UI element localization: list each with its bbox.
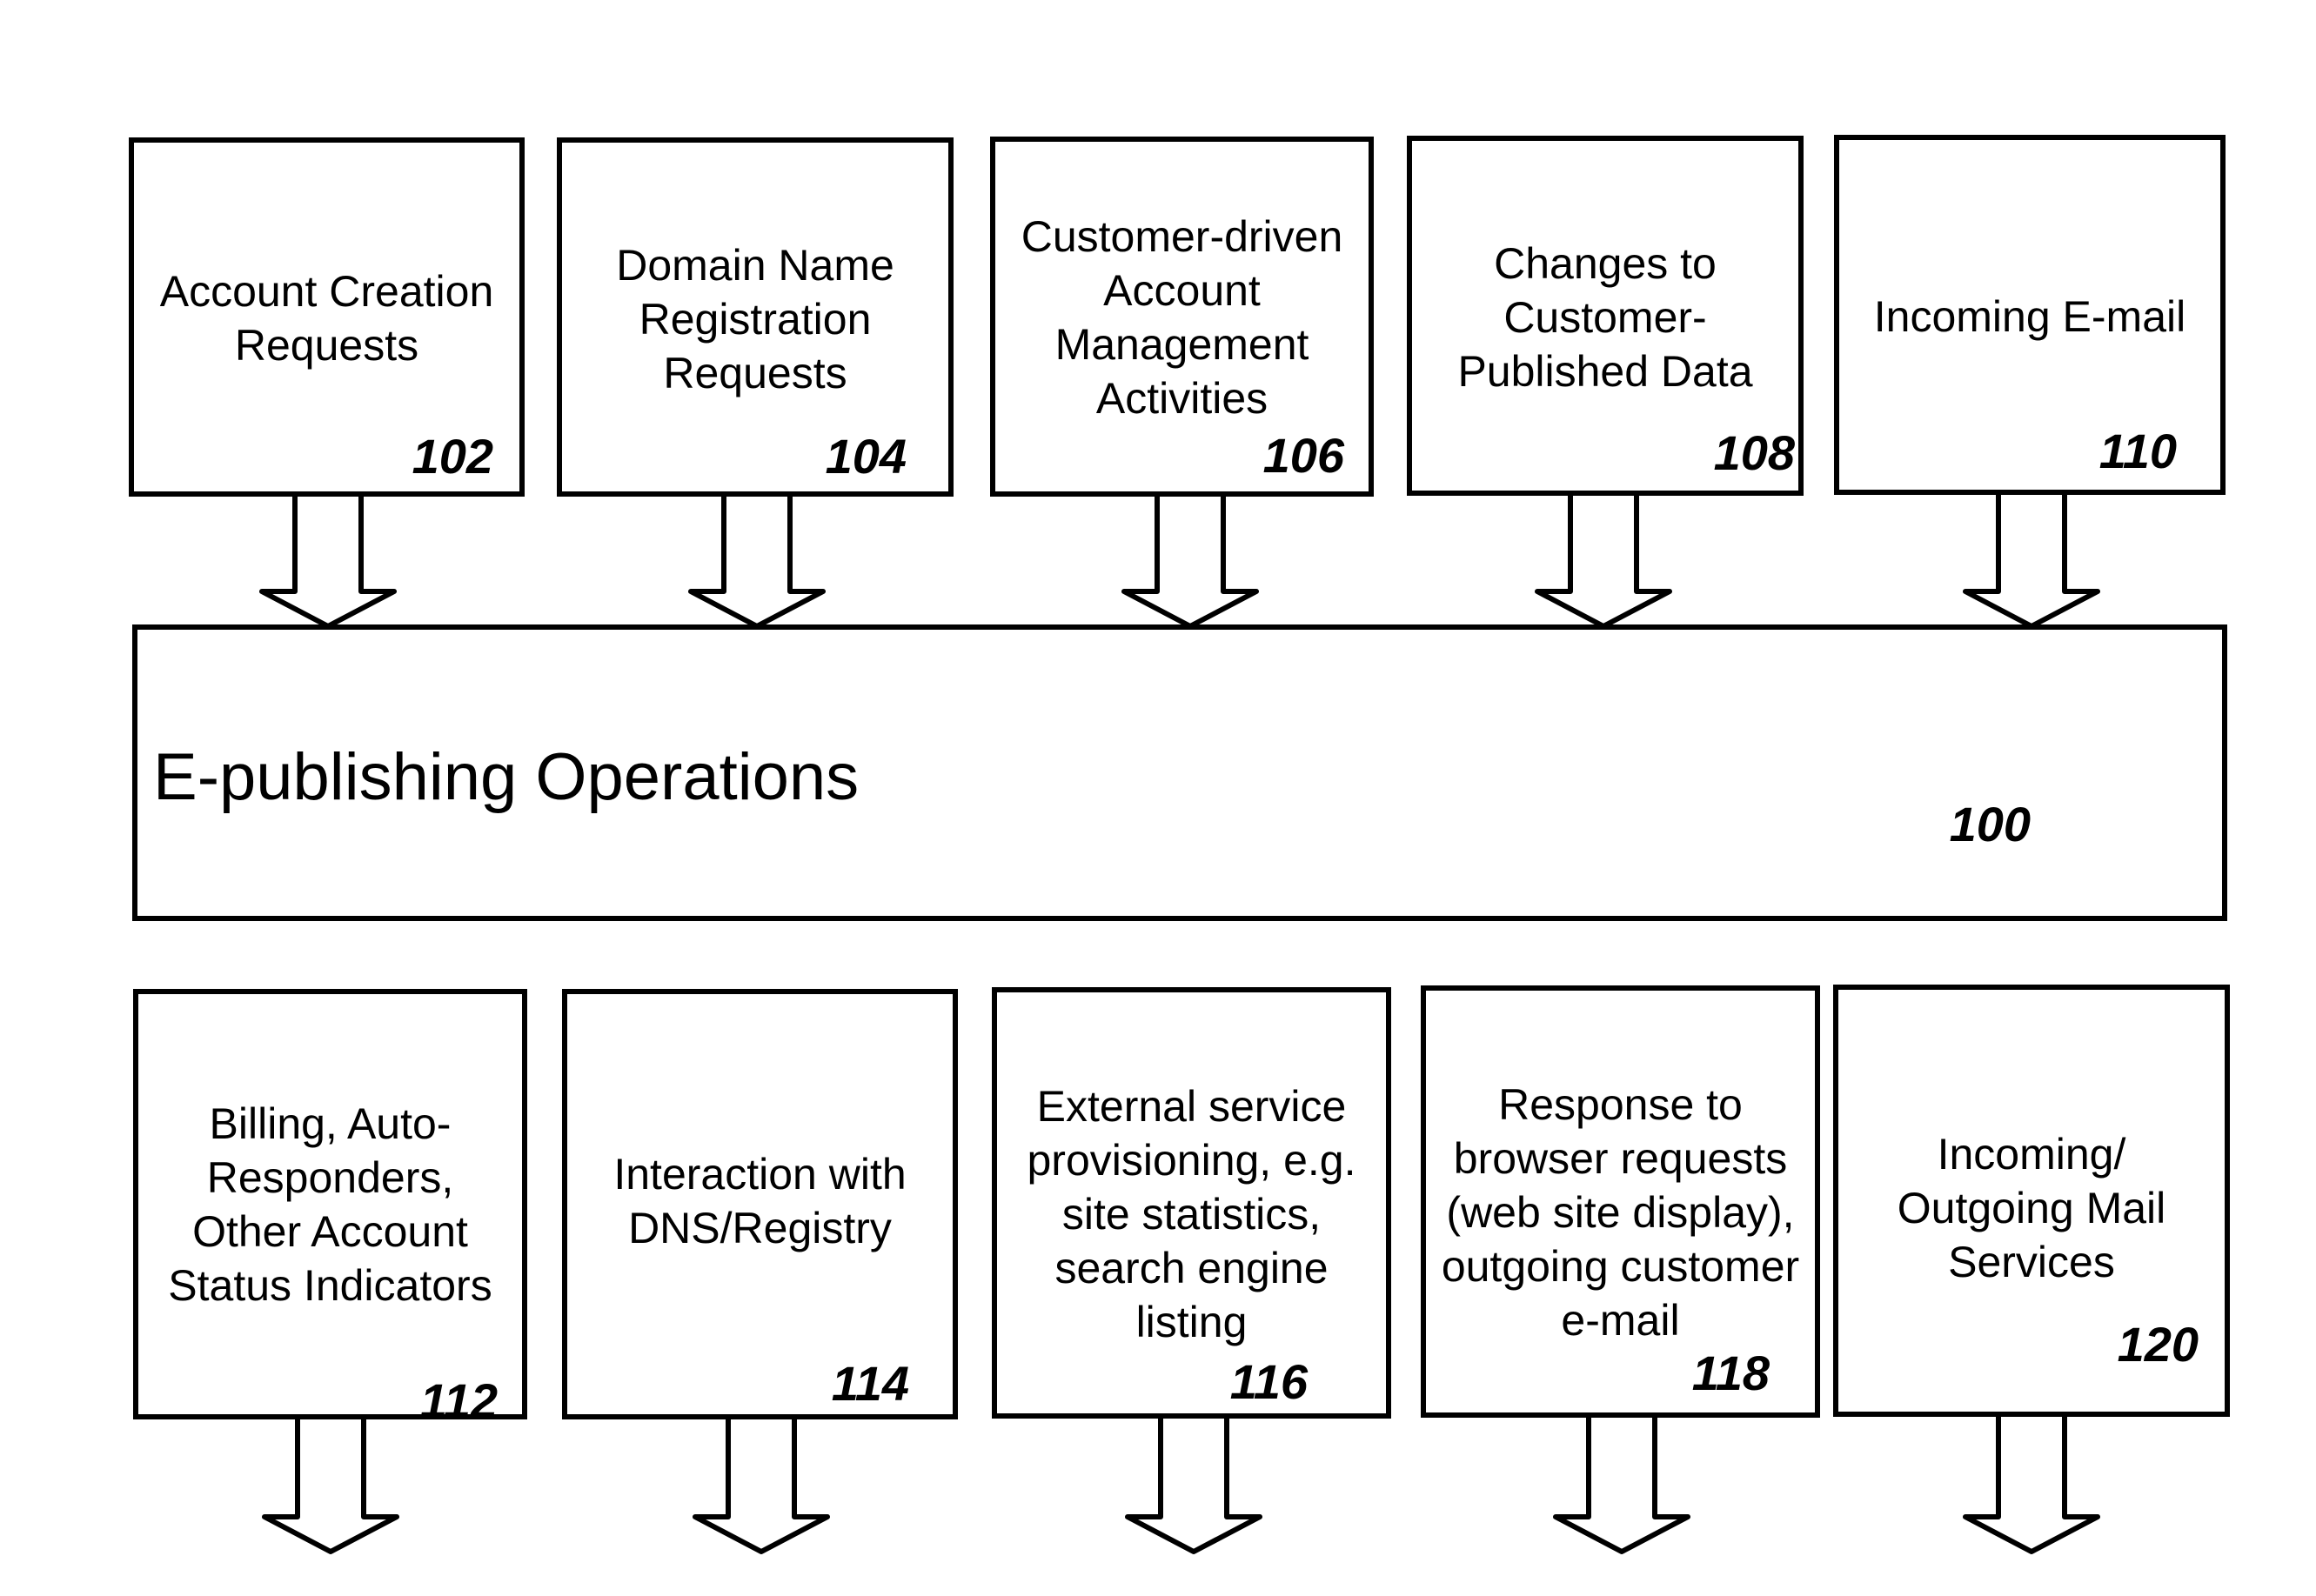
down-arrow-icon	[1963, 494, 2100, 629]
output-box-dns-registry: Interaction with DNS/Registry 114	[562, 989, 958, 1419]
box-label: Incoming/ Outgoing Mail Services	[1897, 1130, 2166, 1286]
box-label: Response to browser requests (web site d…	[1441, 1080, 1800, 1345]
input-box-published-data-changes: Changes to Customer- Published Data 108	[1407, 136, 1804, 496]
box-label: Domain Name Registration Requests	[616, 241, 894, 397]
box-label: Interaction with DNS/Registry	[613, 1150, 907, 1252]
down-arrow-icon	[1553, 1415, 1690, 1554]
e-publishing-operations-box: E-publishing Operations 100	[132, 624, 2227, 921]
output-box-billing: Billing, Auto- Responders, Other Account…	[133, 989, 527, 1426]
down-arrow-icon	[1121, 494, 1259, 629]
main-title: E-publishing Operations	[153, 740, 860, 814]
box-label: Incoming E-mail	[1873, 292, 2186, 341]
reference-number: 114	[831, 1356, 909, 1411]
down-arrow-icon	[1963, 1415, 2100, 1554]
reference-number: 106	[1262, 428, 1344, 483]
output-box-external-services: External service provisioning, e.g. site…	[992, 987, 1391, 1419]
reference-number: 100	[1949, 797, 2031, 851]
down-arrow-icon	[1125, 1415, 1262, 1554]
reference-number: 110	[2098, 424, 2177, 478]
input-box-account-creation: Account Creation Requests 102	[129, 137, 525, 497]
reference-number: 116	[1229, 1354, 1308, 1409]
input-box-incoming-email: Incoming E-mail 110	[1834, 135, 2226, 495]
down-arrow-icon	[688, 494, 826, 629]
down-arrow-icon	[259, 494, 397, 629]
reference-number: 120	[2117, 1317, 2199, 1372]
down-arrow-icon	[1535, 494, 1672, 629]
reference-number: 108	[1713, 425, 1795, 480]
output-box-mail-services: Incoming/ Outgoing Mail Services 120	[1833, 985, 2230, 1417]
input-box-account-management: Customer-driven Account Management Activ…	[990, 137, 1374, 497]
box-label: Customer-driven Account Management Activ…	[1021, 212, 1343, 423]
box-label: Changes to Customer- Published Data	[1457, 239, 1753, 396]
reference-number: 102	[412, 429, 493, 484]
input-box-domain-registration: Domain Name Registration Requests 104	[557, 137, 954, 497]
output-box-browser-responses: Response to browser requests (web site d…	[1421, 985, 1820, 1418]
box-label: Billing, Auto- Responders, Other Account…	[168, 1099, 492, 1310]
reference-number: 104	[825, 429, 907, 484]
down-arrow-icon	[693, 1415, 830, 1554]
down-arrow-icon	[262, 1415, 399, 1554]
box-label: External service provisioning, e.g. site…	[1027, 1082, 1356, 1346]
box-label: Account Creation Requests	[159, 267, 494, 370]
reference-number: 118	[1691, 1346, 1770, 1400]
reference-number: 112	[419, 1373, 498, 1428]
